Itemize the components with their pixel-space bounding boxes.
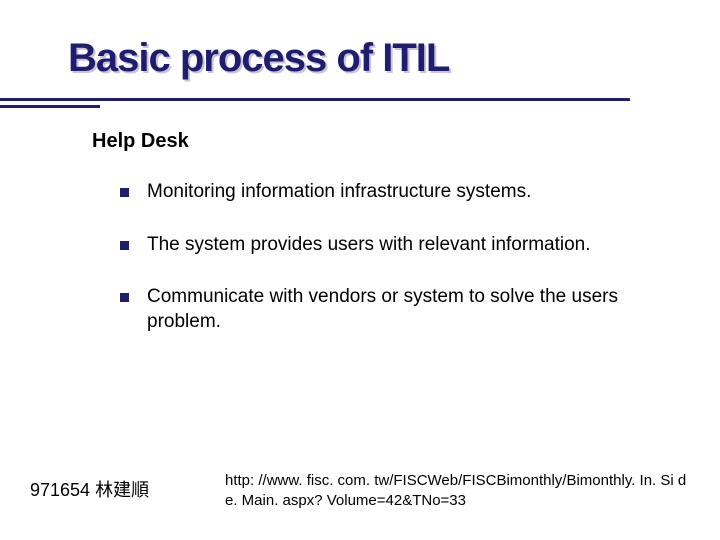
list-item: The system provides users with relevant … — [120, 233, 680, 258]
list-item: Communicate with vendors or system to so… — [120, 285, 680, 334]
section-subtitle: Help Desk — [92, 130, 189, 153]
bullet-text: Monitoring information infrastructure sy… — [147, 180, 531, 205]
title-rule-long — [0, 98, 630, 101]
list-item: Monitoring information infrastructure sy… — [120, 180, 680, 205]
bullet-text: Communicate with vendors or system to so… — [147, 285, 680, 334]
title-rule-short — [0, 105, 100, 108]
footer-url: http: //www. fisc. com. tw/FISCWeb/FISCB… — [225, 471, 690, 510]
bullet-square-icon — [120, 241, 129, 250]
bullet-square-icon — [120, 293, 129, 302]
slide-title: Basic process of ITIL — [68, 36, 449, 81]
bullet-list: Monitoring information infrastructure sy… — [120, 180, 680, 363]
footer-author: 971654 林建順 — [30, 476, 149, 502]
bullet-text: The system provides users with relevant … — [147, 233, 591, 258]
bullet-square-icon — [120, 188, 129, 197]
